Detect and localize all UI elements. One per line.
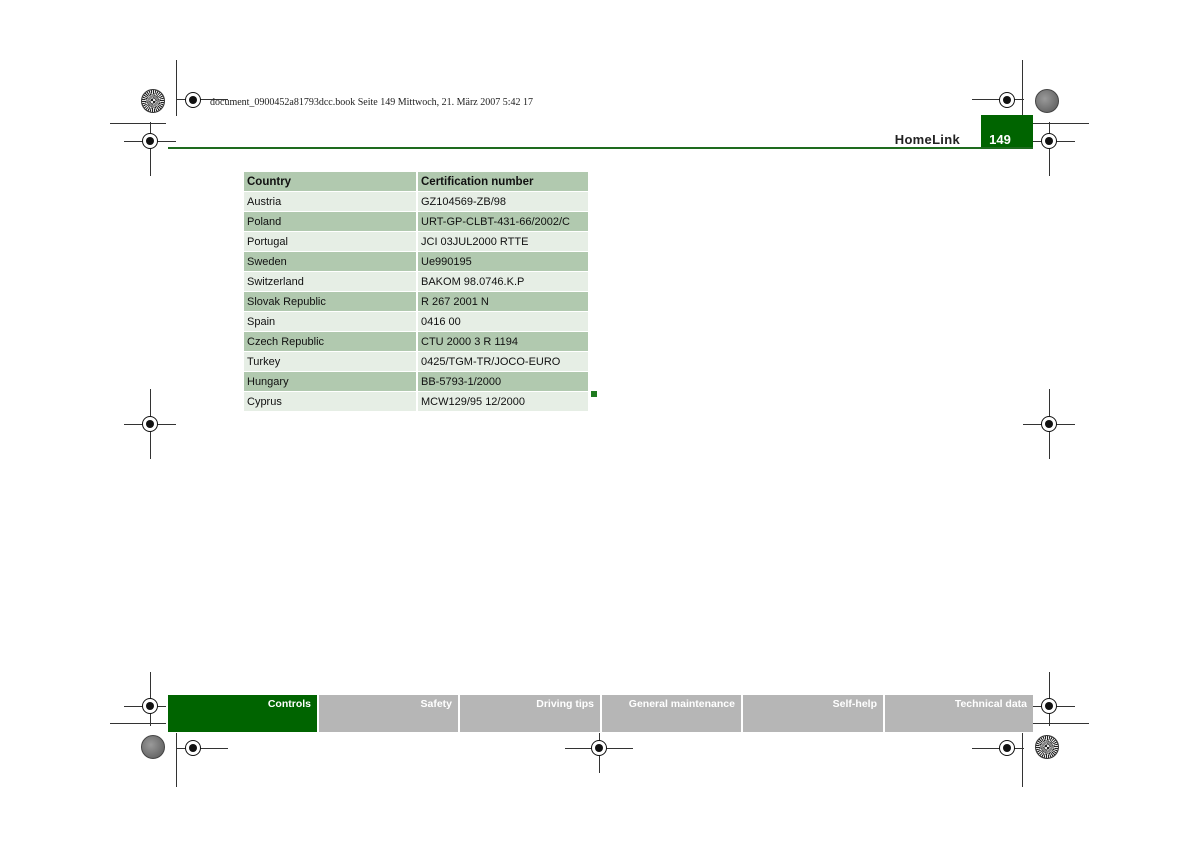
crop-line [972, 748, 1024, 749]
crop-line [1022, 60, 1023, 116]
registration-mark-icon [142, 133, 158, 149]
certification-cell: GZ104569-ZB/98 [417, 191, 590, 212]
table-row: Poland URT-GP-CLBT-431-66/2002/C [244, 211, 590, 232]
certification-cell: BAKOM 98.0746.K.P [417, 271, 590, 292]
certification-table: Country Certification number Austria GZ1… [244, 172, 590, 412]
tab-self-help[interactable]: Self-help [743, 695, 883, 732]
country-cell: Czech Republic [244, 331, 418, 352]
tab-safety[interactable]: Safety [319, 695, 458, 732]
rosette-mark-icon [141, 89, 165, 113]
crop-line [150, 122, 151, 176]
table-row: Spain 0416 00 [244, 311, 590, 332]
certification-cell: JCI 03JUL2000 RTTE [417, 231, 590, 252]
table-row: Czech Republic CTU 2000 3 R 1194 [244, 331, 590, 352]
registration-mark-icon [142, 416, 158, 432]
table-row: Sweden Ue990195 [244, 251, 590, 272]
header-rule [168, 147, 1033, 149]
crop-line [176, 748, 228, 749]
gray-color-mark-icon [141, 735, 165, 759]
country-cell: Switzerland [244, 271, 418, 292]
registration-mark-icon [999, 92, 1015, 108]
registration-mark-icon [999, 740, 1015, 756]
registration-mark-icon [1041, 416, 1057, 432]
country-cell: Spain [244, 311, 418, 332]
country-cell: Poland [244, 211, 418, 232]
certification-cell: R 267 2001 N [417, 291, 590, 312]
country-cell: Portugal [244, 231, 418, 252]
registration-mark-icon [591, 740, 607, 756]
registration-mark-icon [1041, 133, 1057, 149]
table-row: Austria GZ104569-ZB/98 [244, 191, 590, 212]
tab-technical-data[interactable]: Technical data [885, 695, 1033, 732]
rosette-mark-icon [1035, 735, 1059, 759]
table-header-row: Country Certification number [244, 172, 590, 192]
table-row: Portugal JCI 03JUL2000 RTTE [244, 231, 590, 252]
crop-line [1022, 733, 1023, 787]
tab-controls[interactable]: Controls [168, 695, 317, 732]
country-cell: Austria [244, 191, 418, 212]
registration-mark-icon [142, 698, 158, 714]
crop-line [1049, 122, 1050, 176]
certification-cell: 0416 00 [417, 311, 590, 332]
registration-mark-icon [1041, 698, 1057, 714]
crop-line [176, 60, 177, 116]
tab-general-maintenance[interactable]: General maintenance [602, 695, 741, 732]
page-number: 149 [989, 132, 1011, 147]
table-row: Turkey 0425/TGM-TR/JOCO-EURO [244, 351, 590, 372]
crop-line [110, 123, 166, 124]
certification-cell: URT-GP-CLBT-431-66/2002/C [417, 211, 590, 232]
country-cell: Slovak Republic [244, 291, 418, 312]
country-cell: Sweden [244, 251, 418, 272]
document-info-line: document_0900452a81793dcc.book Seite 149… [210, 97, 534, 108]
certification-cell: CTU 2000 3 R 1194 [417, 331, 590, 352]
table-row: Switzerland BAKOM 98.0746.K.P [244, 271, 590, 292]
section-title: HomeLink [894, 132, 960, 147]
country-cell: Cyprus [244, 391, 418, 412]
page-number-box: 149 [981, 115, 1033, 149]
certification-cell: Ue990195 [417, 251, 590, 272]
registration-mark-icon [185, 740, 201, 756]
registration-mark-icon [185, 92, 201, 108]
end-of-section-marker-icon [591, 391, 597, 397]
column-header-certification: Certification number [417, 172, 590, 192]
crop-line [1033, 123, 1089, 124]
crop-line [110, 723, 166, 724]
table-row: Hungary BB-5793-1/2000 [244, 371, 590, 392]
crop-line [1033, 723, 1089, 724]
crop-line [972, 99, 1024, 100]
column-header-country: Country [244, 172, 418, 192]
table-row: Cyprus MCW129/95 12/2000 [244, 391, 590, 412]
gray-color-mark-icon [1035, 89, 1059, 113]
crop-line [176, 733, 177, 787]
certification-cell: 0425/TGM-TR/JOCO-EURO [417, 351, 590, 372]
certification-cell: MCW129/95 12/2000 [417, 391, 590, 412]
table-row: Slovak Republic R 267 2001 N [244, 291, 590, 312]
certification-cell: BB-5793-1/2000 [417, 371, 590, 392]
tab-driving-tips[interactable]: Driving tips [460, 695, 600, 732]
country-cell: Turkey [244, 351, 418, 372]
country-cell: Hungary [244, 371, 418, 392]
